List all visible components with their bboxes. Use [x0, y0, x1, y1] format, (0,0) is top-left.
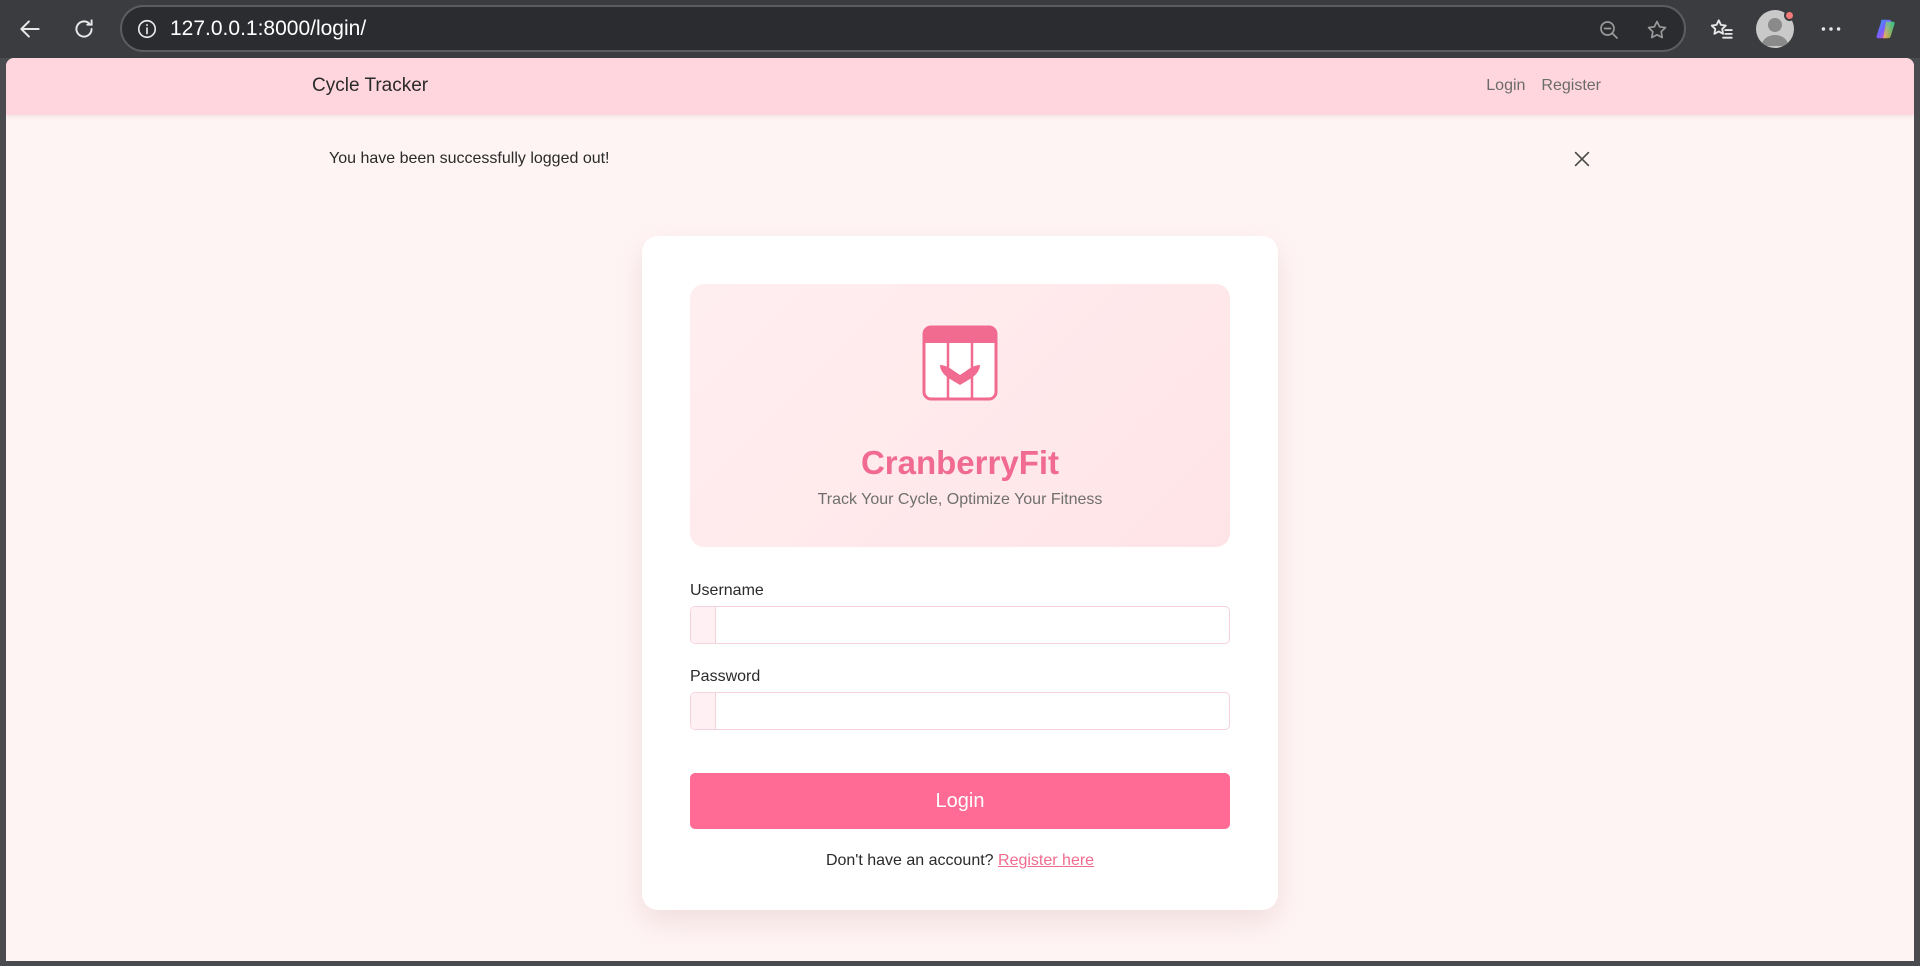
- navbar-brand[interactable]: Cycle Tracker: [312, 75, 428, 97]
- favorites-button[interactable]: [1702, 9, 1742, 49]
- copilot-icon: [1876, 19, 1895, 39]
- nav-register-link[interactable]: Register: [1541, 77, 1601, 95]
- register-prompt-line: Don't have an account? Register here: [642, 852, 1278, 870]
- navbar: Cycle Tracker Login Register: [6, 58, 1914, 115]
- username-label: Username: [690, 582, 764, 599]
- close-icon: [1574, 151, 1590, 167]
- password-label: Password: [690, 668, 761, 685]
- app-title: CranberryFit: [860, 444, 1060, 481]
- app-tagline: Track Your Cycle, Optimize Your Fitness: [817, 491, 1103, 508]
- refresh-icon: [75, 19, 93, 38]
- username-field[interactable]: [690, 606, 1230, 644]
- refresh-button[interactable]: [64, 9, 104, 49]
- back-button[interactable]: [10, 9, 50, 49]
- star-icon[interactable]: [1640, 13, 1674, 47]
- register-here-link[interactable]: Register here: [998, 852, 1094, 869]
- copilot-button[interactable]: [1866, 9, 1906, 49]
- login-button[interactable]: Login: [690, 773, 1230, 829]
- more-button[interactable]: [1811, 9, 1851, 49]
- calendar-heart-icon: [922, 325, 998, 401]
- notification-dot: [1784, 10, 1795, 21]
- nav-login-link[interactable]: Login: [1486, 77, 1525, 95]
- logout-alert-message: You have been successfully logged out!: [329, 150, 610, 167]
- register-prompt-text: Don't have an account?: [825, 852, 994, 869]
- browser-chrome: 127.0.0.1:8000/login/: [0, 0, 1920, 58]
- password-input[interactable]: [716, 693, 1229, 729]
- back-arrow-icon: [20, 20, 40, 38]
- password-field[interactable]: [690, 692, 1230, 730]
- password-addon: [691, 693, 716, 729]
- login-card: CranberryFit Track Your Cycle, Optimize …: [642, 236, 1278, 910]
- address-bar[interactable]: 127.0.0.1:8000/login/: [120, 5, 1686, 52]
- site-info-icon[interactable]: [132, 14, 162, 44]
- page-viewport: Cycle Tracker Login Register You have be…: [6, 58, 1914, 961]
- url-text[interactable]: 127.0.0.1:8000/login/: [170, 17, 366, 41]
- hero-banner: CranberryFit Track Your Cycle, Optimize …: [690, 284, 1230, 547]
- favorites-icon: [1710, 19, 1733, 39]
- zoom-out-icon[interactable]: [1592, 13, 1626, 47]
- username-addon: [691, 607, 716, 643]
- alert-close-button[interactable]: [1570, 147, 1594, 171]
- more-dots-icon: [1821, 27, 1841, 31]
- nav-links: Login Register: [1486, 77, 1601, 95]
- username-input[interactable]: [716, 607, 1229, 643]
